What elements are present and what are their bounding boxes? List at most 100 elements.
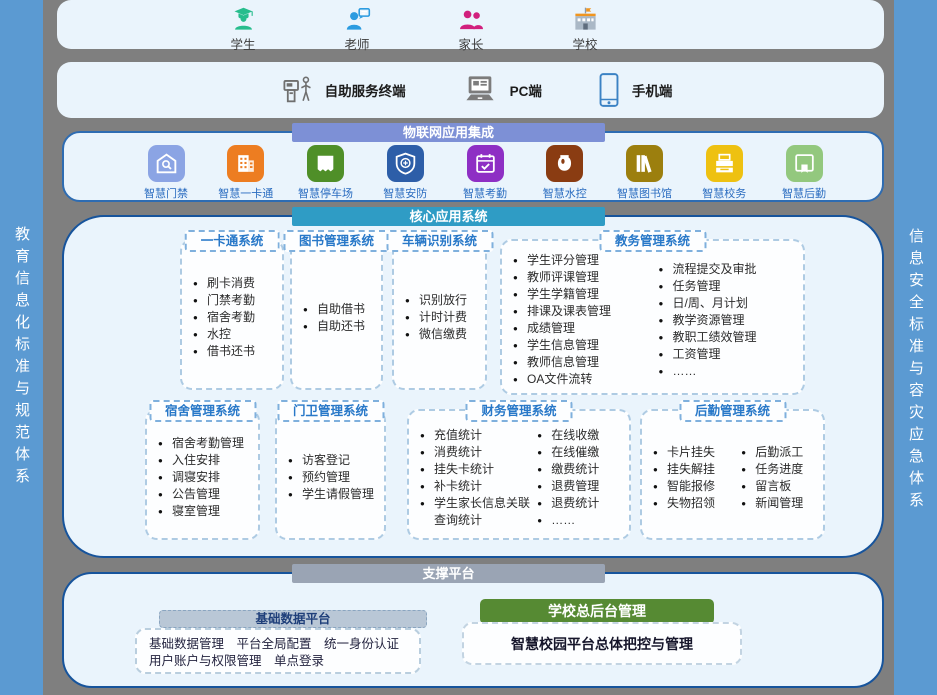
user-role-school: 学校: [557, 0, 613, 53]
iot-item-attendance: 智慧考勤: [449, 145, 521, 201]
iot-item-label: 智慧图书馆: [617, 185, 672, 201]
list-item: 学生家长信息关联查询统计: [419, 495, 530, 529]
list-item: 留言板: [740, 478, 817, 495]
system-box-title: 教务管理系统: [599, 230, 706, 252]
feature-list: 流程提交及审批任务管理日/周、月计划教学资源管理教职工绩效管理工资管理……: [658, 261, 798, 380]
list-item: 水控: [192, 326, 255, 343]
feature-list: 卡片挂失挂失解挂智能报修失物招领: [652, 444, 734, 512]
kiosk-icon: [281, 73, 315, 107]
system-box-vehicle: 车辆识别系统 识别放行计时计费微信缴费: [392, 239, 487, 390]
system-box-finance: 财务管理系统 充值统计消费统计挂失卡统计补卡统计学生家长信息关联查询统计 在线收…: [407, 409, 631, 540]
iot-item-label: 智慧后勤: [782, 185, 826, 201]
iot-item-school-affairs: 智慧校务: [688, 145, 760, 201]
feature-list: 访客登记预约管理学生请假管理: [287, 452, 374, 503]
right-standards-label: 信息安全标准与容灾应急体系: [905, 228, 926, 514]
list-item: 宿舍考勤: [192, 309, 255, 326]
printer-icon: [706, 145, 743, 182]
system-box-content: 自助借书自助还书: [292, 241, 381, 388]
system-box-title: 一卡通系统: [185, 230, 280, 252]
iot-item-label: 智慧考勤: [463, 185, 507, 201]
base-data-platform-content: 基础数据管理 平台全局配置 统一身份认证 用户账户与权限管理 单点登录: [135, 628, 421, 674]
parking-icon: [307, 145, 344, 182]
system-box-title: 后勤管理系统: [679, 400, 786, 422]
list-item: 日/周、月计划: [658, 295, 798, 312]
terminal-label: PC端: [510, 80, 542, 100]
shield-icon: [387, 145, 424, 182]
iot-item-label: 智慧校务: [702, 185, 746, 201]
system-box-onecard: 一卡通系统 刷卡消费门禁考勤宿舍考勤水控借书还书: [180, 239, 284, 390]
list-item: 调寝安排: [157, 469, 244, 486]
iot-item-logistics: 智慧后勤: [768, 145, 840, 201]
list-item: ……: [536, 512, 623, 529]
terminal-phone: 手机端: [596, 72, 673, 108]
system-box-content: 学生评分管理教师评课管理学生学籍管理排课及课表管理成绩管理学生信息管理教师信息管…: [502, 241, 803, 393]
pc-icon: [460, 73, 500, 107]
list-item: 挂失卡统计: [419, 461, 530, 478]
school-icon: [572, 6, 599, 33]
list-item: 智能报修: [652, 478, 734, 495]
iot-item-label: 智慧停车场: [298, 185, 353, 201]
system-box-logistics: 后勤管理系统 卡片挂失挂失解挂智能报修失物招领 后勤派工任务进度留言板新闻管理: [640, 409, 825, 540]
system-box-library: 图书管理系统 自助借书自助还书: [290, 239, 383, 390]
student-icon: [230, 6, 257, 33]
water-icon: [546, 145, 583, 182]
right-standards-bar: 信息安全标准与容灾应急体系: [894, 0, 937, 695]
calendar-icon: [467, 145, 504, 182]
user-role-student: 学生: [215, 0, 271, 53]
iot-item-label: 智慧安防: [383, 185, 427, 201]
iot-item-label: 智慧水控: [543, 185, 587, 201]
list-item: 任务管理: [658, 278, 798, 295]
parents-icon: [458, 6, 485, 33]
user-role-label: 家长: [458, 34, 483, 53]
system-box-content: 识别放行计时计费微信缴费: [394, 241, 485, 388]
teacher-icon: [344, 6, 371, 33]
iot-integration-panel: 物联网应用集成 智慧门禁 智慧一卡通 智慧停车场: [62, 131, 884, 202]
board-icon: [786, 145, 823, 182]
iot-item-library: 智慧图书馆: [609, 145, 681, 201]
feature-list: 学生评分管理教师评课管理学生学籍管理排课及课表管理成绩管理学生信息管理教师信息管…: [512, 252, 652, 388]
system-box-dormitory: 宿舍管理系统 宿舍考勤管理入住安排调寝安排公告管理寝室管理: [145, 409, 260, 540]
iot-item-security: 智慧安防: [369, 145, 441, 201]
user-role-label: 老师: [344, 34, 369, 53]
system-box-title: 财务管理系统: [465, 400, 572, 422]
terminal-kiosk: 自助服务终端: [281, 73, 406, 107]
feature-list: 充值统计消费统计挂失卡统计补卡统计学生家长信息关联查询统计: [419, 427, 530, 529]
system-box-content: 充值统计消费统计挂失卡统计补卡统计学生家长信息关联查询统计 在线收缴在线催缴缴费…: [409, 411, 629, 538]
system-box-content: 刷卡消费门禁考勤宿舍考勤水控借书还书: [182, 241, 282, 388]
books-icon: [626, 145, 663, 182]
list-item: 学生请假管理: [287, 486, 374, 503]
system-box-title: 门卫管理系统: [277, 400, 384, 422]
list-item: 卡片挂失: [652, 444, 734, 461]
core-applications-panel: 核心应用系统 一卡通系统 刷卡消费门禁考勤宿舍考勤水控借书还书 图书管理系统 自…: [62, 215, 884, 558]
system-box-content: 宿舍考勤管理入住安排调寝安排公告管理寝室管理: [147, 411, 258, 538]
list-item: 补卡统计: [419, 478, 530, 495]
list-item: 自助还书: [302, 318, 365, 335]
list-item: 任务进度: [740, 461, 817, 478]
user-roles-panel: 学生 老师 家长 学校: [57, 0, 884, 49]
system-box-gate: 门卫管理系统 访客登记预约管理学生请假管理: [275, 409, 386, 540]
user-roles-row: 学生 老师 家长 学校: [57, 0, 884, 49]
feature-list: 在线收缴在线催缴缴费统计退费管理退费统计……: [536, 427, 623, 529]
list-item: 充值统计: [419, 427, 530, 444]
system-box-title: 车辆识别系统: [386, 230, 493, 252]
list-item: 微信缴费: [404, 326, 467, 343]
smart-campus-architecture-diagram: 教育信息化标准与规范体系 信息安全标准与容灾应急体系 学生 老师: [0, 0, 937, 695]
user-role-teacher: 老师: [329, 0, 385, 53]
list-item: 公告管理: [157, 486, 244, 503]
list-item: 消费统计: [419, 444, 530, 461]
list-item: 识别放行: [404, 292, 467, 309]
list-item: 后勤派工: [740, 444, 817, 461]
terminal-label: 手机端: [632, 80, 673, 100]
user-role-label: 学校: [572, 34, 597, 53]
feature-list: 自助借书自助还书: [302, 301, 365, 335]
list-item: 学生信息管理: [512, 337, 652, 354]
list-item: 成绩管理: [512, 320, 652, 337]
iot-item-water: 智慧水控: [529, 145, 601, 201]
system-box-title: 图书管理系统: [283, 230, 390, 252]
support-platform-panel: 支撑平台 基础数据平台 基础数据管理 平台全局配置 统一身份认证 用户账户与权限…: [62, 572, 884, 688]
system-box-title: 宿舍管理系统: [149, 400, 256, 422]
feature-list: 宿舍考勤管理入住安排调寝安排公告管理寝室管理: [157, 435, 244, 520]
list-item: 新闻管理: [740, 495, 817, 512]
list-item: 退费管理: [536, 478, 623, 495]
left-standards-bar: 教育信息化标准与规范体系: [0, 0, 43, 695]
